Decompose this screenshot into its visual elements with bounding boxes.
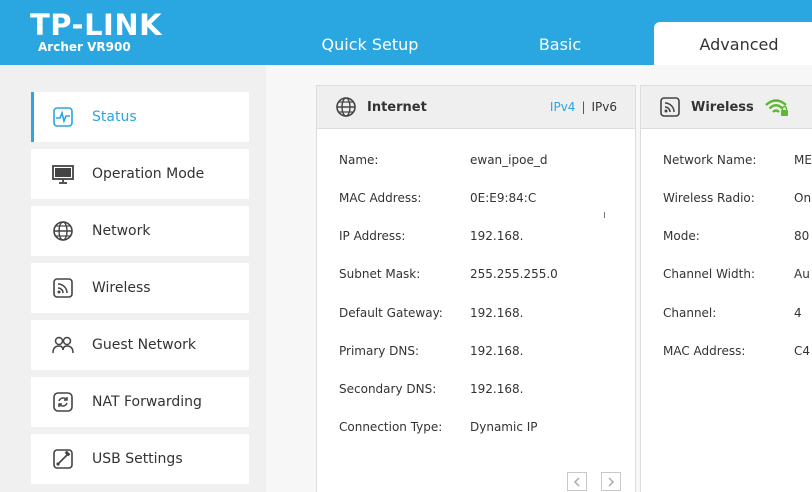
wireless-row-network-name: Network Name: ME	[663, 152, 812, 168]
sidebar-item-wireless[interactable]: Wireless	[31, 263, 249, 313]
prev-page-button[interactable]	[567, 472, 587, 491]
row-value: On	[794, 191, 812, 205]
next-page-button[interactable]	[601, 472, 621, 491]
internet-row-primary-dns: Primary DNS: 192.168.	[339, 343, 523, 359]
status-icon	[51, 105, 75, 129]
internet-row-connection-type: Connection Type: Dynamic IP	[339, 419, 538, 435]
internet-card: Internet IPv4 | IPv6 Name: ewan_ipoe_d MAC …	[316, 85, 636, 492]
internet-row-mac: MAC Address: 0E:E9:84:C	[339, 190, 536, 206]
ipv-separator: |	[581, 100, 586, 114]
ip-version-toggle: IPv4 | IPv6	[550, 100, 617, 114]
sidebar-item-label: USB Settings	[92, 451, 183, 467]
row-label: MAC Address:	[339, 191, 422, 205]
row-label: Name:	[339, 153, 379, 167]
row-value: 192.168.	[470, 344, 524, 358]
internet-row-gateway: Default Gateway: 192.168.	[339, 305, 523, 321]
divider-mark	[604, 212, 605, 218]
wireless-card-header: Wireless	[641, 86, 812, 129]
tab-quick-setup[interactable]: Quick Setup	[300, 22, 440, 65]
wireless-icon	[659, 96, 681, 118]
row-value: 255.255.255.0	[470, 267, 558, 281]
row-value: ewan_ipoe_d	[470, 153, 548, 167]
sidebar-item-label: Guest Network	[92, 337, 197, 353]
chevron-right-icon	[606, 472, 616, 491]
wireless-card-title: Wireless	[691, 99, 754, 115]
sidebar-item-label: NAT Forwarding	[92, 394, 202, 410]
internet-row-secondary-dns: Secondary DNS: 192.168.	[339, 381, 523, 397]
sidebar-item-operation-mode[interactable]: Operation Mode	[31, 149, 249, 199]
row-value: ME	[794, 153, 812, 167]
row-label: Subnet Mask:	[339, 267, 421, 281]
wireless-row-channel-width: Channel Width: Au	[663, 266, 810, 282]
row-value: Au	[794, 267, 810, 281]
sidebar-item-guest-network[interactable]: Guest Network	[31, 320, 249, 370]
wireless-row-mac: MAC Address: C4	[663, 343, 810, 359]
row-label: Channel:	[663, 306, 717, 320]
chevron-left-icon	[572, 472, 582, 491]
wireless-row-radio: Wireless Radio: On	[663, 190, 811, 206]
row-label: Secondary DNS:	[339, 382, 437, 396]
internet-row-subnet: Subnet Mask: 255.255.255.0	[339, 266, 558, 282]
internet-row-ip: IP Address: 192.168.	[339, 228, 523, 244]
usb-icon	[51, 447, 75, 471]
row-label: Channel Width:	[663, 267, 755, 281]
ipv6-link[interactable]: IPv6	[591, 100, 617, 114]
monitor-icon	[51, 162, 75, 186]
row-value: 192.168.	[470, 229, 524, 243]
tab-basic[interactable]: Basic	[490, 22, 630, 65]
sidebar: Status Operation Mode Network Wireless G…	[0, 65, 266, 492]
wifi-secured-icon	[764, 97, 790, 117]
sidebar-item-label: Wireless	[92, 280, 151, 296]
sidebar-item-label: Network	[92, 223, 151, 239]
sidebar-item-label: Operation Mode	[92, 166, 205, 182]
sidebar-item-network[interactable]: Network	[31, 206, 249, 256]
globe-icon	[335, 96, 357, 118]
row-label: Network Name:	[663, 153, 757, 167]
internet-card-header: Internet IPv4 | IPv6	[317, 86, 635, 129]
wireless-icon	[51, 276, 75, 300]
row-value: 4	[794, 306, 802, 320]
row-label: Default Gateway:	[339, 306, 443, 320]
sidebar-item-nat-forwarding[interactable]: NAT Forwarding	[31, 377, 249, 427]
wireless-card: Wireless Network Name: ME Wireless Radio:…	[640, 85, 812, 492]
guest-users-icon	[51, 333, 75, 357]
row-label: Wireless Radio:	[663, 191, 755, 205]
row-value: 192.168.	[470, 306, 524, 320]
main-content: Internet IPv4 | IPv6 Name: ewan_ipoe_d MAC …	[266, 65, 812, 492]
row-value: 80	[794, 229, 810, 243]
wireless-row-channel: Channel: 4	[663, 305, 802, 321]
row-label: Primary DNS:	[339, 344, 420, 358]
nat-refresh-icon	[51, 390, 75, 414]
internet-card-title: Internet	[367, 99, 427, 115]
row-value: C4	[794, 344, 811, 358]
row-label: Mode:	[663, 229, 700, 243]
row-value: 192.168.	[470, 382, 524, 396]
sidebar-item-usb-settings[interactable]: USB Settings	[31, 434, 249, 484]
wireless-row-mode: Mode: 80	[663, 228, 809, 244]
row-label: MAC Address:	[663, 344, 746, 358]
row-value: Dynamic IP	[470, 420, 538, 434]
top-header: TP-LINK Archer VR900 Quick Setup Basic A…	[0, 0, 812, 65]
ipv4-link[interactable]: IPv4	[550, 100, 576, 114]
globe-icon	[51, 219, 75, 243]
row-value: 0E:E9:84:C	[470, 191, 537, 205]
row-label: Connection Type:	[339, 420, 443, 434]
sidebar-item-label: Status	[92, 109, 137, 125]
brand: TP-LINK Archer VR900	[30, 10, 162, 54]
internet-row-name: Name: ewan_ipoe_d	[339, 152, 547, 168]
brand-logo: TP-LINK	[30, 8, 163, 42]
row-label: IP Address:	[339, 229, 406, 243]
sidebar-item-status[interactable]: Status	[31, 92, 249, 142]
brand-model: Archer VR900	[38, 40, 131, 54]
tab-advanced[interactable]: Advanced	[654, 22, 812, 65]
